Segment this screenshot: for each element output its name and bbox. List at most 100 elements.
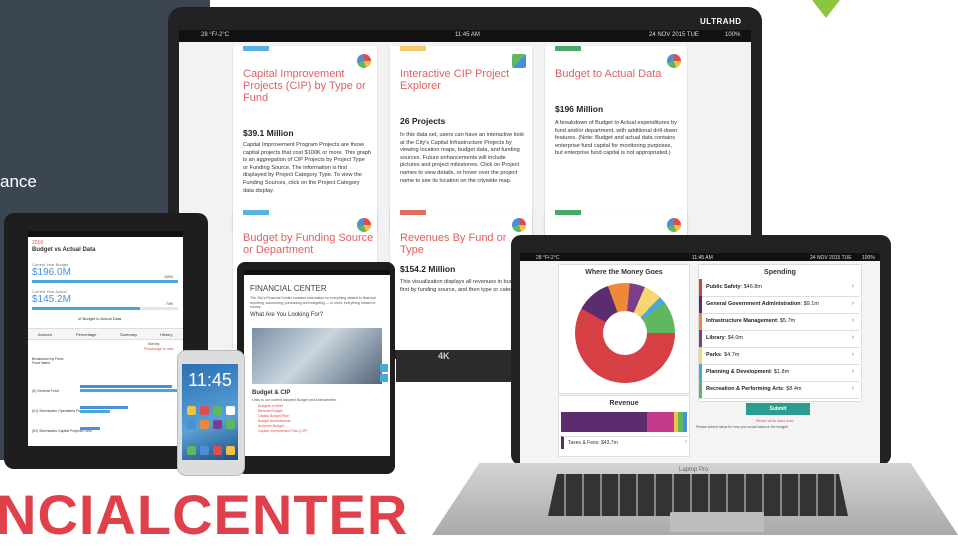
card-amount: $154.2 Million: [400, 264, 456, 274]
revenue-segment: [682, 412, 687, 432]
app-icon[interactable]: [213, 420, 222, 429]
card-accent: [243, 210, 269, 215]
tab-history[interactable]: History: [160, 332, 172, 337]
spending-category: General Government Administration: [706, 301, 801, 307]
actual-progress: [32, 307, 141, 310]
weather-text: 28 °F/-2°C: [201, 32, 230, 38]
spending-category: Recreation & Performing Arts: [706, 386, 784, 392]
card-title: Capital Improvement Projects (CIP) by Ty…: [243, 68, 366, 104]
revenue-title: Revenue: [609, 400, 639, 407]
card-cip-by-type[interactable]: Capital Improvement Projects (CIP) by Ty…: [233, 46, 377, 234]
intro-text: The City's Financial Center contains inf…: [250, 296, 376, 309]
money-title: Where the Money Goes: [585, 269, 663, 276]
reset-link[interactable]: Reset all to start over: [756, 418, 794, 423]
sort-select[interactable]: Percentage to date: [144, 347, 174, 351]
donut-chart[interactable]: [575, 283, 675, 383]
date-text: 24 NOV 2015 TUE: [649, 32, 699, 38]
clock-text: 11:45 AM: [455, 32, 480, 38]
site-header: FINANCIAL CENTER: [250, 284, 327, 293]
revenue-bar[interactable]: [561, 412, 687, 432]
monitor-4k-label: 4K: [438, 351, 450, 361]
spending-row[interactable]: Planning & Development: $1.8m ›: [699, 364, 859, 382]
fund-bar: [80, 406, 128, 409]
revenue-row-label: Taxes & Fees: $43.7m: [568, 440, 618, 446]
spending-row[interactable]: General Government Administration: $9.1m…: [699, 296, 859, 314]
submit-button[interactable]: Submit: [746, 403, 810, 415]
spending-value: $5.7m: [779, 318, 796, 324]
spending-row[interactable]: Parks: $4.7m ›: [699, 347, 859, 365]
clock-text: 11:45 AM: [692, 254, 713, 261]
tab-summary[interactable]: Summary: [120, 332, 137, 337]
status-bar: [244, 270, 390, 275]
tab-amount[interactable]: Amount: [38, 332, 52, 337]
spending-value: $46.8m: [743, 284, 762, 290]
card-accent: [243, 46, 269, 51]
dock-icon[interactable]: [187, 446, 196, 455]
spending-row[interactable]: Public Safety: $46.8m ›: [699, 279, 859, 297]
card-description: In this data set, users can have an inte…: [400, 132, 525, 184]
chevron-right-icon: ›: [685, 439, 687, 445]
pie-chart-icon: [357, 54, 371, 68]
app-icon[interactable]: [200, 406, 209, 415]
chevron-right-icon: ›: [851, 385, 854, 392]
app-icon[interactable]: [213, 406, 222, 415]
revenue-row[interactable]: Taxes & Fees: $43.7m ›: [561, 436, 690, 449]
keyboard: [548, 474, 848, 516]
fund-bar: [80, 389, 178, 392]
breakdown-label: Breakdown by Fund: Fund Name: [32, 357, 65, 365]
revenue-segment: [561, 412, 647, 432]
fund-row-label: (0) General Fund: [32, 389, 59, 393]
fund-bar: [80, 385, 172, 388]
spending-value: $8.4m: [786, 386, 802, 392]
card-accent: [555, 210, 581, 215]
share-icon[interactable]: [380, 364, 388, 372]
app-icon[interactable]: [226, 420, 235, 429]
spending-row[interactable]: Infrastructure Management: $5.7m ›: [699, 313, 859, 331]
card-amount: $39.1 Million: [243, 128, 294, 138]
spending-row-label: Parks: $4.7m: [706, 352, 739, 358]
spending-row-label: Planning & Development: $1.8m: [706, 369, 789, 375]
section-title: Budget & CIP: [252, 390, 291, 396]
spending-category: Library: [706, 335, 725, 341]
card-title: Budget to Actual Data: [555, 68, 662, 80]
budget-progress: [32, 280, 178, 283]
card-description: Capital Improvement Program Projects are…: [243, 142, 371, 194]
status-bar: 28 °F/-2°C 11:45 AM 24 NOV 2015 TUE 100%: [179, 30, 751, 42]
card-title: Budget by Funding Source or Department: [243, 232, 374, 256]
spending-row-label: Infrastructure Management: $5.7m: [706, 318, 795, 324]
card-accent: [400, 46, 426, 51]
footer-note: Please submit ideas for how you would ba…: [696, 425, 789, 429]
hero-image: [252, 328, 382, 384]
detail-link[interactable]: of Budget to Actual Data: [78, 316, 121, 321]
app-icon[interactable]: [200, 420, 209, 429]
budget-track: [32, 280, 178, 283]
pie-chart-icon: [512, 218, 526, 232]
fund-row-label: (01) Stormwater Operations Fund: [32, 409, 85, 413]
year-selector[interactable]: 2016: [32, 240, 43, 246]
share-icon[interactable]: [380, 374, 388, 382]
tablet-left-screen: 2016 Budget vs Actual Data Current Year …: [28, 231, 183, 446]
chevron-right-icon: ›: [851, 317, 854, 324]
section-description: Links to our current Adopted Budget and …: [252, 398, 338, 402]
link-cip[interactable]: Capital Improvement Plan (CIP): [258, 429, 307, 434]
card-budget-to-actual[interactable]: Budget to Actual Data $196 Million A bre…: [545, 46, 687, 234]
app-icon[interactable]: [187, 420, 196, 429]
spending-row[interactable]: Library: $4.0m ›: [699, 330, 859, 348]
card-cip-explorer[interactable]: Interactive CIP Project Explorer 26 Proj…: [390, 46, 532, 234]
app-icon[interactable]: [226, 406, 235, 415]
chevron-right-icon: ›: [851, 351, 854, 358]
dock-icon[interactable]: [213, 446, 222, 455]
chevron-right-icon: ›: [851, 368, 854, 375]
tab-percentage[interactable]: Percentage: [76, 332, 96, 337]
spending-row[interactable]: Recreation & Performing Arts: $8.4m ›: [699, 381, 859, 399]
pie-chart-icon: [357, 218, 371, 232]
spending-category: Planning & Development: [706, 369, 771, 375]
revenue-panel: Revenue Taxes & Fees: $43.7m ›: [558, 395, 690, 457]
dock-icon[interactable]: [226, 446, 235, 455]
app-icon[interactable]: [187, 406, 196, 415]
spending-category: Public Safety: [706, 284, 741, 290]
decorative-triangle: [812, 0, 840, 18]
spending-row-label: Library: $4.0m: [706, 335, 743, 341]
section-question: What Are You Looking For?: [250, 312, 324, 318]
dock-icon[interactable]: [200, 446, 209, 455]
